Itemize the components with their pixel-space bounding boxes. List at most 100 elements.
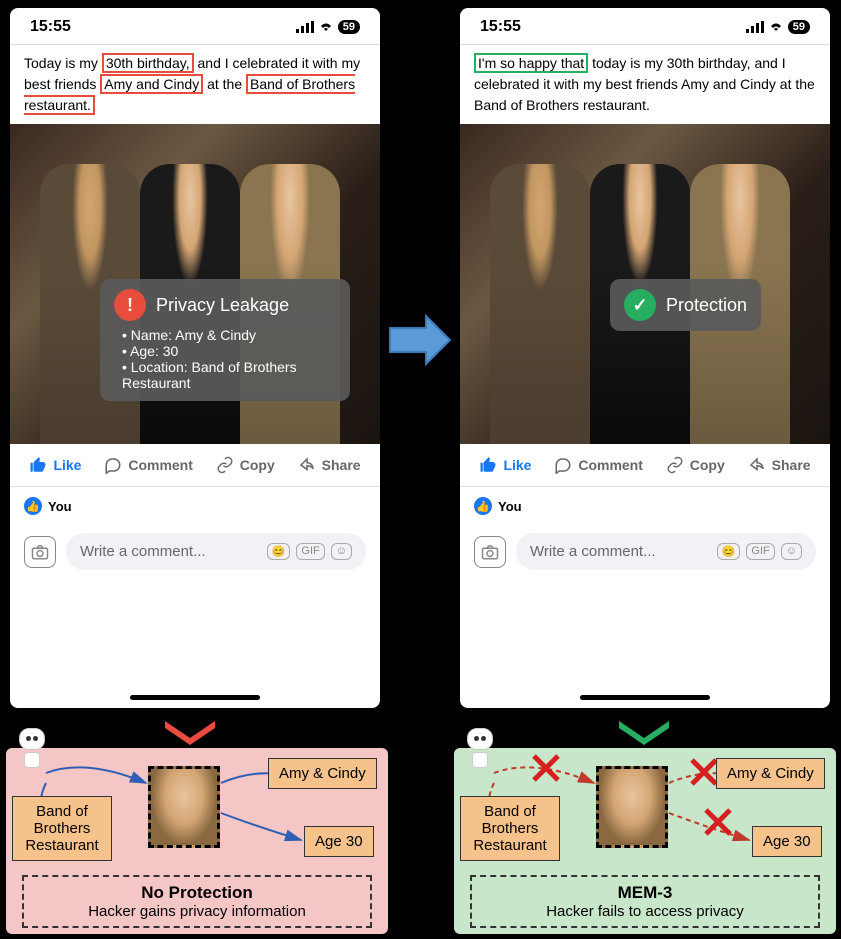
info-restaurant: Band of Brothers Restaurant [460,796,560,861]
robot-icon [14,728,50,770]
caption-title: MEM-3 [492,883,798,903]
protection-badge: ✓ Protection [610,279,761,331]
leak-item: Age: 30 [122,343,336,359]
check-icon: ✓ [624,289,656,321]
share-icon [298,456,316,474]
comment-label: Comment [128,457,193,473]
comment-composer: Write a comment... 😊 GIF ☺ [460,525,830,590]
status-bar: 15:55 59 [460,8,830,44]
signal-icon [746,21,764,33]
like-button[interactable]: Like [479,456,531,474]
post-text-segment: at the [203,76,246,92]
copy-label: Copy [690,457,725,473]
transition-arrow-icon [388,310,454,370]
info-age: Age 30 [304,826,374,857]
chevron-down-icon [614,716,674,746]
comment-button[interactable]: Comment [104,456,193,474]
reaction-row: 👍 You [10,487,380,525]
post-action-bar: Like Comment Copy Share [10,444,380,487]
comment-button[interactable]: Comment [554,456,643,474]
like-label: Like [503,457,531,473]
post-text-left: Today is my 30th birthday, and I celebra… [10,44,380,124]
you-label: You [498,499,522,514]
camera-icon[interactable] [24,536,56,568]
reaction-row: 👍 You [460,487,830,525]
copy-button[interactable]: Copy [666,456,725,474]
signal-icon [296,21,314,33]
caption-subtitle: Hacker gains privacy information [44,903,350,920]
comment-placeholder: Write a comment... [80,543,206,560]
share-button[interactable]: Share [298,456,361,474]
comment-placeholder: Write a comment... [530,543,656,560]
comment-icon [104,456,122,474]
status-time: 15:55 [480,18,521,36]
post-action-bar: Like Comment Copy Share [460,444,830,487]
face-thumbnail [148,766,220,848]
share-button[interactable]: Share [748,456,811,474]
like-button[interactable]: Like [29,456,81,474]
copy-button[interactable]: Copy [216,456,275,474]
gif-icon[interactable]: GIF [296,543,324,560]
like-label: Like [53,457,81,473]
share-label: Share [772,457,811,473]
alert-icon: ! [114,289,146,321]
chevron-down-icon [160,716,220,746]
post-photo: ! Privacy Leakage Name: Amy & Cindy Age:… [10,124,380,444]
status-icons: 59 [296,20,360,34]
post-text-right: I'm so happy that today is my 30th birth… [460,44,830,124]
person-silhouette [490,164,590,444]
post-photo: ✓ Protection [460,124,830,444]
camera-icon[interactable] [474,536,506,568]
leak-item: Location: Band of Brothers Restaurant [122,359,336,391]
home-indicator [580,695,710,700]
composer-icons: 😊 GIF ☺ [267,543,352,560]
robot-icon [462,728,498,770]
emoji-face-icon[interactable]: 😊 [717,543,741,560]
highlight-prefix: I'm so happy that [474,53,588,73]
leak-item: Name: Amy & Cindy [122,327,336,343]
info-names: Amy & Cindy [716,758,825,789]
leak-list: Name: Amy & Cindy Age: 30 Location: Band… [114,321,336,391]
like-reaction-icon: 👍 [474,497,492,515]
comment-composer: Write a comment... 😊 GIF ☺ [10,525,380,590]
status-time: 15:55 [30,18,71,36]
caption-box: No Protection Hacker gains privacy infor… [22,875,372,928]
diagram-no-protection: Band of Brothers Restaurant Amy & Cindy … [6,748,388,934]
status-bar: 15:55 59 [10,8,380,44]
wifi-icon [318,21,334,33]
battery-icon: 59 [338,20,360,34]
like-reaction-icon: 👍 [24,497,42,515]
thumbs-up-icon [479,456,497,474]
smiley-icon[interactable]: ☺ [781,543,802,560]
highlight-names: Amy and Cindy [100,74,203,94]
badge-title: Privacy Leakage [156,295,289,316]
home-indicator [130,695,260,700]
caption-box: MEM-3 Hacker fails to access privacy [470,875,820,928]
share-label: Share [322,457,361,473]
phone-mockup-left: 15:55 59 Today is my 30th birthday, and … [10,8,380,708]
battery-icon: 59 [788,20,810,34]
highlight-birthday: 30th birthday, [102,53,194,73]
post-text-segment: Today is my [24,55,102,71]
gif-icon[interactable]: GIF [746,543,774,560]
smiley-icon[interactable]: ☺ [331,543,352,560]
copy-icon [666,456,684,474]
info-age: Age 30 [752,826,822,857]
thumbs-up-icon [29,456,47,474]
comment-input[interactable]: Write a comment... 😊 GIF ☺ [516,533,816,570]
copy-label: Copy [240,457,275,473]
emoji-face-icon[interactable]: 😊 [267,543,291,560]
wifi-icon [768,21,784,33]
comment-icon [554,456,572,474]
privacy-leakage-badge: ! Privacy Leakage Name: Amy & Cindy Age:… [100,279,350,401]
share-icon [748,456,766,474]
caption-title: No Protection [44,883,350,903]
comment-input[interactable]: Write a comment... 😊 GIF ☺ [66,533,366,570]
status-icons: 59 [746,20,810,34]
face-thumbnail [596,766,668,848]
composer-icons: 😊 GIF ☺ [717,543,802,560]
info-restaurant: Band of Brothers Restaurant [12,796,112,861]
badge-title: Protection [666,295,747,316]
comment-label: Comment [578,457,643,473]
info-names: Amy & Cindy [268,758,377,789]
